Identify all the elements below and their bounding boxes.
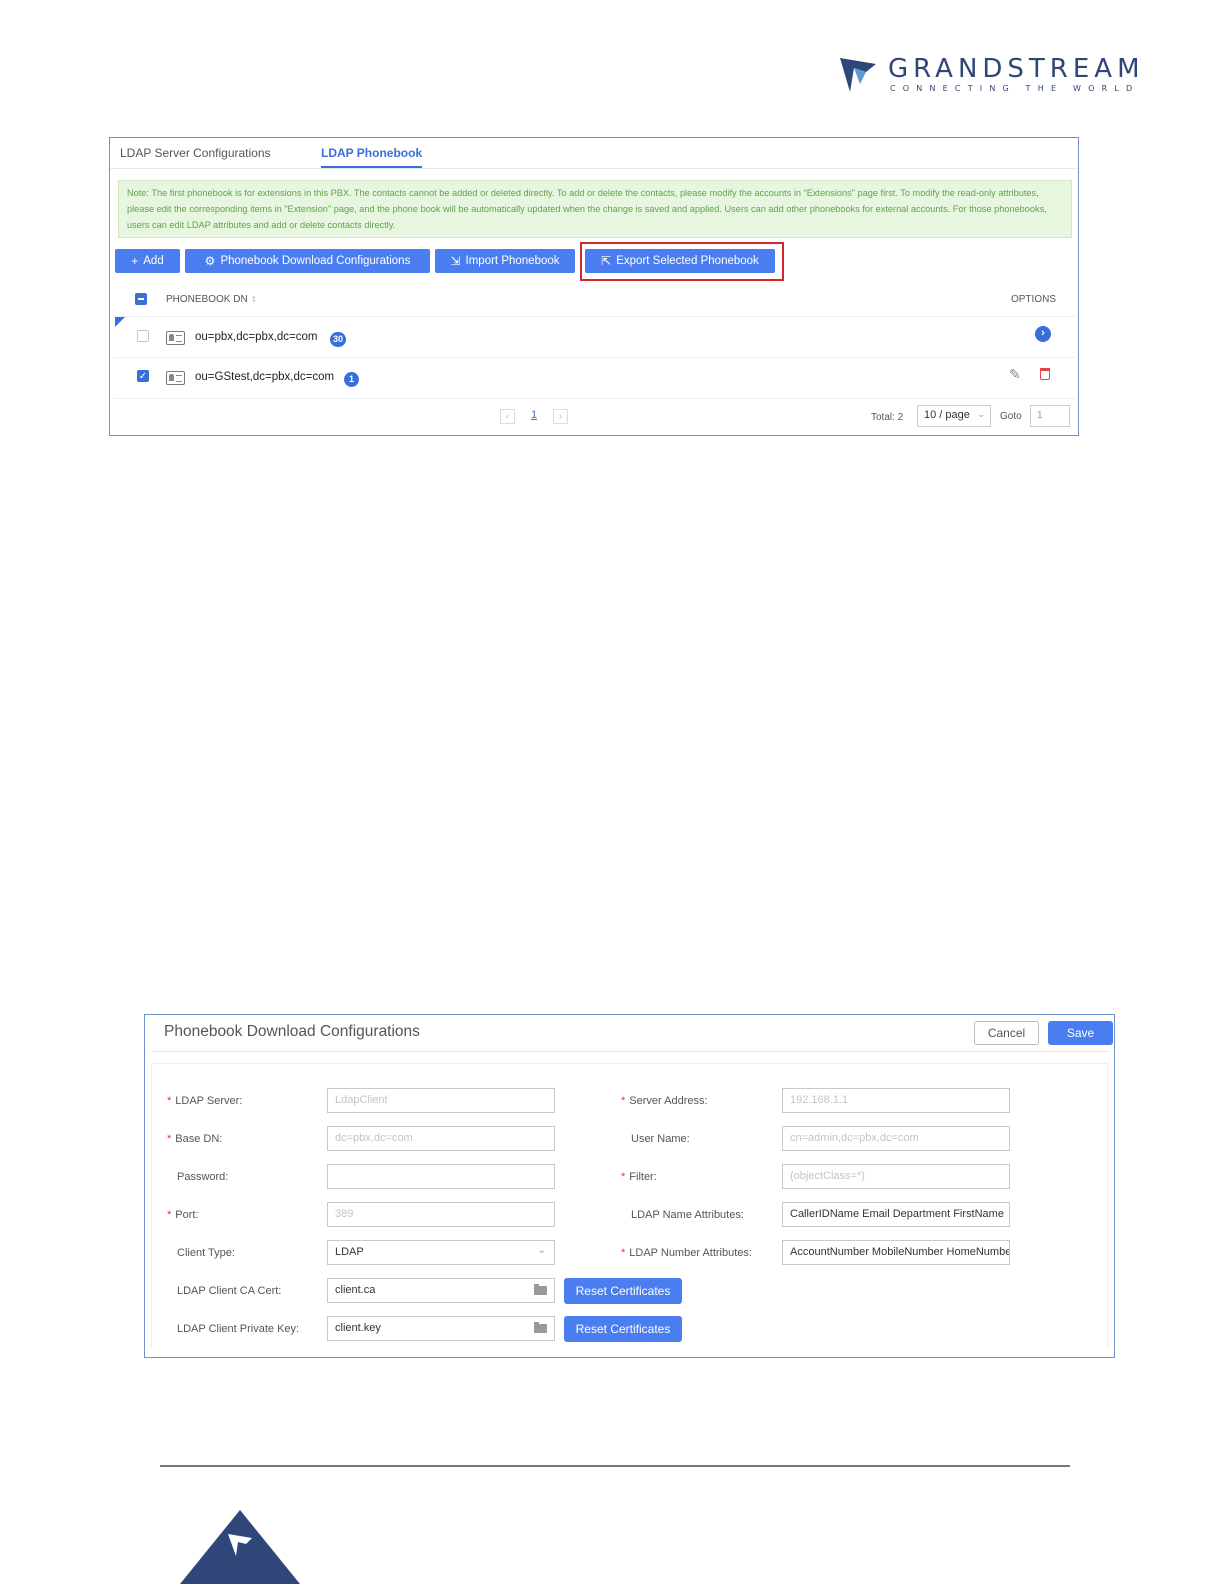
password-field[interactable] — [327, 1164, 555, 1189]
gear-icon: ⚙ — [204, 254, 216, 268]
contact-card-icon — [166, 331, 185, 345]
chevron-right-icon[interactable]: › — [1035, 326, 1051, 342]
port-label-text: Port: — [175, 1209, 199, 1221]
server-address-label: * Server Address: — [621, 1095, 708, 1107]
folder-icon[interactable] — [534, 1322, 547, 1333]
number-attributes-label-text: LDAP Number Attributes: — [629, 1247, 752, 1259]
phonebook-download-configurations-panel: Phonebook Download Configurations Cancel… — [144, 1014, 1115, 1358]
base-dn-label-text: Base DN: — [175, 1133, 223, 1145]
private-key-field[interactable]: client.key — [327, 1316, 555, 1341]
import-phonebook-button[interactable]: ⇲ Import Phonebook — [435, 249, 575, 273]
ldap-server-label: * LDAP Server: — [167, 1095, 243, 1107]
client-type-select[interactable]: LDAP ⌄ — [327, 1240, 555, 1265]
tab-bar: LDAP Server Configurations LDAP Phoneboo… — [110, 138, 1078, 169]
footer-divider — [160, 1465, 1070, 1467]
private-key-label: LDAP Client Private Key: — [177, 1323, 300, 1335]
user-name-field[interactable]: cn=admin,dc=pbx,dc=com — [782, 1126, 1010, 1151]
chevron-down-icon: ⌄ — [537, 1245, 546, 1256]
row-checkbox[interactable] — [137, 330, 149, 342]
footer-logo — [180, 1510, 300, 1584]
page-size-select[interactable]: 10 / page ⌄ — [917, 405, 991, 427]
save-button[interactable]: Save — [1048, 1021, 1113, 1045]
base-dn-field[interactable]: dc=pbx,dc=com — [327, 1126, 555, 1151]
page-number[interactable]: 1 — [531, 409, 537, 421]
info-note: Note: The first phonebook is for extensi… — [118, 180, 1072, 238]
contact-count-badge: 30 — [330, 332, 347, 347]
cancel-button[interactable]: Cancel — [974, 1021, 1039, 1045]
name-attributes-field[interactable]: CallerIDName Email Department FirstName — [782, 1202, 1010, 1227]
password-label: Password: — [177, 1171, 229, 1183]
total-count: Total: 2 — [871, 412, 904, 423]
page-size-value: 10 / page — [924, 409, 970, 421]
add-button-label: Add — [143, 255, 164, 267]
name-attributes-label: LDAP Name Attributes: — [631, 1209, 744, 1221]
phonebook-dn[interactable]: ou=GStest,dc=pbx,dc=com — [195, 371, 334, 383]
row-checkbox[interactable]: ✓ — [137, 370, 149, 382]
client-type-value: LDAP — [335, 1246, 364, 1258]
tab-ldap-server-configurations[interactable]: LDAP Server Configurations — [120, 146, 271, 160]
import-label: Import Phonebook — [465, 255, 560, 267]
ca-cert-value: client.ca — [335, 1284, 376, 1296]
grandstream-triangle-icon — [180, 1510, 300, 1584]
column-phonebook-dn-label: PHONEBOOK DN — [166, 294, 248, 305]
select-all-checkbox[interactable] — [135, 293, 147, 305]
import-icon: ⇲ — [450, 254, 461, 268]
tab-ldap-phonebook[interactable]: LDAP Phonebook — [321, 146, 423, 168]
user-name-label: User Name: — [631, 1133, 690, 1145]
brand-name: GRANDSTREAM — [888, 54, 1145, 84]
grandstream-logo: GRANDSTREAM CONNECTING THE WORLD — [836, 54, 1158, 98]
column-options: OPTIONS — [1010, 294, 1056, 305]
brand-tagline: CONNECTING THE WORLD — [890, 84, 1140, 93]
pagination: ‹ 1 › Total: 2 10 / page ⌄ Goto 1 — [110, 400, 1078, 430]
number-attributes-field[interactable]: AccountNumber MobileNumber HomeNumber — [782, 1240, 1010, 1265]
contact-card-icon — [166, 371, 185, 385]
download-config-label: Phonebook Download Configurations — [220, 255, 411, 267]
page-title: Phonebook Download Configurations — [164, 1023, 420, 1040]
port-field[interactable]: 389 — [327, 1202, 555, 1227]
reset-certificates-button[interactable]: Reset Certificates — [564, 1316, 682, 1342]
filter-label: * Filter: — [621, 1171, 657, 1183]
base-dn-label: * Base DN: — [167, 1133, 223, 1145]
reset-certificates-button[interactable]: Reset Certificates — [564, 1278, 682, 1304]
client-type-label: Client Type: — [177, 1247, 235, 1259]
ldap-server-field[interactable]: LdapClient — [327, 1088, 555, 1113]
private-key-value: client.key — [335, 1322, 381, 1334]
highlight-box — [580, 242, 784, 281]
next-page-button[interactable]: › — [553, 409, 568, 424]
ldap-phonebook-panel: LDAP Server Configurations LDAP Phoneboo… — [109, 137, 1079, 436]
delete-icon[interactable] — [1040, 368, 1050, 380]
prev-page-button[interactable]: ‹ — [500, 409, 515, 424]
phonebook-dn[interactable]: ou=pbx,dc=pbx,dc=com — [195, 331, 317, 343]
column-phonebook-dn[interactable]: PHONEBOOK DN ⇕ — [166, 294, 257, 305]
ca-cert-field[interactable]: client.ca — [327, 1278, 555, 1303]
edit-icon[interactable]: ✎ — [1009, 366, 1021, 383]
server-address-field[interactable]: 192.168.1.1 — [782, 1088, 1010, 1113]
folder-icon[interactable] — [534, 1284, 547, 1295]
ldap-server-label-text: LDAP Server: — [175, 1095, 243, 1107]
port-label: * Port: — [167, 1209, 199, 1221]
ca-cert-label: LDAP Client CA Cert: — [177, 1285, 282, 1297]
table-row[interactable]: ✓ ou=GStest,dc=pbx,dc=com 1 ✎ — [114, 358, 1076, 399]
sort-icon[interactable]: ⇕ — [250, 295, 257, 304]
server-address-label-text: Server Address: — [629, 1095, 708, 1107]
chevron-down-icon: ⌄ — [977, 409, 985, 419]
add-button[interactable]: + Add — [115, 249, 180, 273]
divider — [151, 1051, 1108, 1052]
goto-page-input[interactable]: 1 — [1030, 405, 1070, 427]
grandstream-logo-icon — [840, 58, 876, 92]
table-row[interactable]: ou=pbx,dc=pbx,dc=com 30 › — [114, 317, 1076, 358]
filter-field[interactable]: (objectClass=*) — [782, 1164, 1010, 1189]
number-attributes-label: * LDAP Number Attributes: — [621, 1247, 752, 1259]
phonebook-download-configurations-button[interactable]: ⚙ Phonebook Download Configurations — [185, 249, 430, 273]
table-header: PHONEBOOK DN ⇕ OPTIONS — [114, 288, 1076, 317]
goto-label: Goto — [1000, 411, 1022, 422]
plus-icon: + — [131, 254, 139, 268]
filter-label-text: Filter: — [629, 1171, 657, 1183]
contact-count-badge: 1 — [344, 372, 359, 387]
